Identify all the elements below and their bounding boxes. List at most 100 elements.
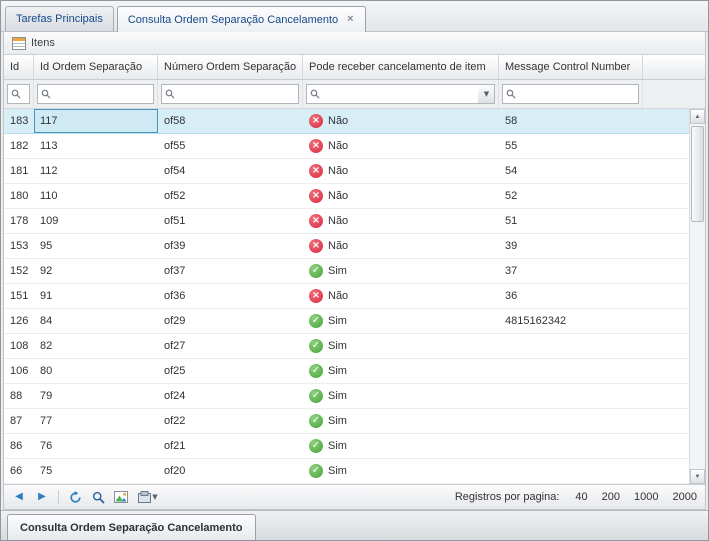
scroll-down-button[interactable]: ▼ — [690, 469, 705, 484]
export-button[interactable] — [112, 488, 130, 506]
cell-pode-receber[interactable]: × Não — [303, 209, 499, 233]
table-row[interactable]: 151 91 of36 × Não 36 — [4, 284, 689, 309]
filter-input-numero-ordem-separacao[interactable] — [161, 84, 299, 104]
cell-numero-ordem-separacao[interactable]: of54 — [158, 159, 303, 183]
cell-message-control-number[interactable]: 39 — [499, 234, 643, 258]
cell-pode-receber[interactable]: ✓ Sim — [303, 409, 499, 433]
cell-numero-ordem-separacao[interactable]: of29 — [158, 309, 303, 333]
cell-numero-ordem-separacao[interactable]: of22 — [158, 409, 303, 433]
cell-id[interactable]: 182 — [4, 134, 34, 158]
column-header-id-ordem-separacao[interactable]: Id Ordem Separação — [34, 55, 158, 79]
cell-id-ordem-separacao[interactable]: 113 — [34, 134, 158, 158]
cell-id-ordem-separacao[interactable]: 76 — [34, 434, 158, 458]
table-row[interactable]: 106 80 of25 ✓ Sim — [4, 359, 689, 384]
cell-message-control-number[interactable] — [499, 409, 643, 433]
scrollbar-track[interactable] — [690, 124, 705, 469]
column-header-id[interactable]: Id — [4, 55, 34, 79]
cell-id[interactable]: 126 — [4, 309, 34, 333]
filter-input-message-control-number[interactable] — [502, 84, 639, 104]
cell-numero-ordem-separacao[interactable]: of24 — [158, 384, 303, 408]
cell-numero-ordem-separacao[interactable]: of25 — [158, 359, 303, 383]
cell-id-ordem-separacao[interactable]: 82 — [34, 334, 158, 358]
page-size-option-200[interactable]: 200 — [602, 491, 620, 503]
cell-message-control-number[interactable] — [499, 459, 643, 483]
bottom-tab-consulta-ordem-separacao-cancelamento[interactable]: Consulta Ordem Separação Cancelamento — [7, 514, 256, 540]
cell-numero-ordem-separacao[interactable]: of58 — [158, 109, 303, 133]
cell-id[interactable]: 106 — [4, 359, 34, 383]
cell-message-control-number[interactable] — [499, 334, 643, 358]
filter-input-id-ordem-separacao[interactable] — [37, 84, 154, 104]
page-size-option-2000[interactable]: 2000 — [673, 491, 697, 503]
cell-pode-receber[interactable]: ✓ Sim — [303, 384, 499, 408]
cell-numero-ordem-separacao[interactable]: of27 — [158, 334, 303, 358]
tab-tarefas-principais[interactable]: Tarefas Principais — [5, 6, 114, 31]
actions-menu-button[interactable]: ▼ — [135, 488, 161, 506]
cell-id[interactable]: 88 — [4, 384, 34, 408]
cell-pode-receber[interactable]: ✓ Sim — [303, 259, 499, 283]
cell-id-ordem-separacao[interactable]: 79 — [34, 384, 158, 408]
page-size-option-40[interactable]: 40 — [575, 491, 587, 503]
cell-id[interactable]: 180 — [4, 184, 34, 208]
cell-pode-receber[interactable]: ✓ Sim — [303, 459, 499, 483]
cell-numero-ordem-separacao[interactable]: of51 — [158, 209, 303, 233]
cell-pode-receber[interactable]: × Não — [303, 184, 499, 208]
column-header-pode-receber-cancelamento[interactable]: Pode receber cancelamento de item — [303, 55, 499, 79]
cell-id[interactable]: 178 — [4, 209, 34, 233]
tab-consulta-ordem-separacao-cancelamento[interactable]: Consulta Ordem Separação Cancelamento × — [116, 6, 366, 32]
scrollbar-thumb[interactable] — [691, 126, 704, 222]
filter-text-message-control-number[interactable] — [519, 86, 635, 102]
page-size-option-1000[interactable]: 1000 — [634, 491, 658, 503]
cell-pode-receber[interactable]: ✓ Sim — [303, 309, 499, 333]
cell-id-ordem-separacao[interactable]: 91 — [34, 284, 158, 308]
cell-id-ordem-separacao[interactable]: 110 — [34, 184, 158, 208]
cell-id[interactable]: 108 — [4, 334, 34, 358]
cell-message-control-number[interactable]: 51 — [499, 209, 643, 233]
cell-id[interactable]: 151 — [4, 284, 34, 308]
cell-pode-receber[interactable]: ✓ Sim — [303, 359, 499, 383]
table-row[interactable]: 86 76 of21 ✓ Sim — [4, 434, 689, 459]
cell-message-control-number[interactable]: 54 — [499, 159, 643, 183]
table-row[interactable]: 183 117 of58 × Não 58 — [4, 109, 689, 134]
cell-numero-ordem-separacao[interactable]: of52 — [158, 184, 303, 208]
cell-message-control-number[interactable]: 4815162342 — [499, 309, 643, 333]
cell-pode-receber[interactable]: × Não — [303, 284, 499, 308]
refresh-button[interactable] — [66, 488, 84, 506]
table-row[interactable]: 88 79 of24 ✓ Sim — [4, 384, 689, 409]
table-row[interactable]: 182 113 of55 × Não 55 — [4, 134, 689, 159]
cell-numero-ordem-separacao[interactable]: of55 — [158, 134, 303, 158]
cell-pode-receber[interactable]: × Não — [303, 134, 499, 158]
cell-pode-receber[interactable]: × Não — [303, 159, 499, 183]
cell-message-control-number[interactable]: 58 — [499, 109, 643, 133]
cell-pode-receber[interactable]: ✓ Sim — [303, 334, 499, 358]
cell-id[interactable]: 87 — [4, 409, 34, 433]
cell-numero-ordem-separacao[interactable]: of37 — [158, 259, 303, 283]
cell-id[interactable]: 181 — [4, 159, 34, 183]
cell-id-ordem-separacao[interactable]: 112 — [34, 159, 158, 183]
cell-message-control-number[interactable] — [499, 434, 643, 458]
table-row[interactable]: 180 110 of52 × Não 52 — [4, 184, 689, 209]
cell-id-ordem-separacao[interactable]: 117 — [34, 109, 158, 133]
table-row[interactable]: 66 75 of20 ✓ Sim — [4, 459, 689, 484]
cell-message-control-number[interactable]: 36 — [499, 284, 643, 308]
column-header-numero-ordem-separacao[interactable]: Número Ordem Separação — [158, 55, 303, 79]
cell-id[interactable]: 86 — [4, 434, 34, 458]
cell-pode-receber[interactable]: ✓ Sim — [303, 434, 499, 458]
close-icon[interactable]: × — [346, 14, 354, 25]
scroll-up-button[interactable]: ▲ — [690, 109, 705, 124]
cell-id[interactable]: 152 — [4, 259, 34, 283]
filter-text-id-ordem-separacao[interactable] — [54, 86, 150, 102]
prev-page-button[interactable]: ◀ — [10, 488, 28, 506]
combo-dropdown-trigger[interactable]: ▼ — [478, 84, 495, 104]
vertical-scrollbar[interactable]: ▲ ▼ — [689, 109, 705, 484]
filter-input-id[interactable] — [7, 84, 30, 104]
cell-pode-receber[interactable]: × Não — [303, 234, 499, 258]
next-page-button[interactable]: ▶ — [33, 488, 51, 506]
cell-id-ordem-separacao[interactable]: 95 — [34, 234, 158, 258]
cell-id-ordem-separacao[interactable]: 75 — [34, 459, 158, 483]
table-row[interactable]: 181 112 of54 × Não 54 — [4, 159, 689, 184]
cell-id-ordem-separacao[interactable]: 109 — [34, 209, 158, 233]
zoom-button[interactable] — [89, 488, 107, 506]
table-row[interactable]: 126 84 of29 ✓ Sim 4815162342 — [4, 309, 689, 334]
cell-id-ordem-separacao[interactable]: 92 — [34, 259, 158, 283]
column-header-message-control-number[interactable]: Message Control Number — [499, 55, 643, 79]
